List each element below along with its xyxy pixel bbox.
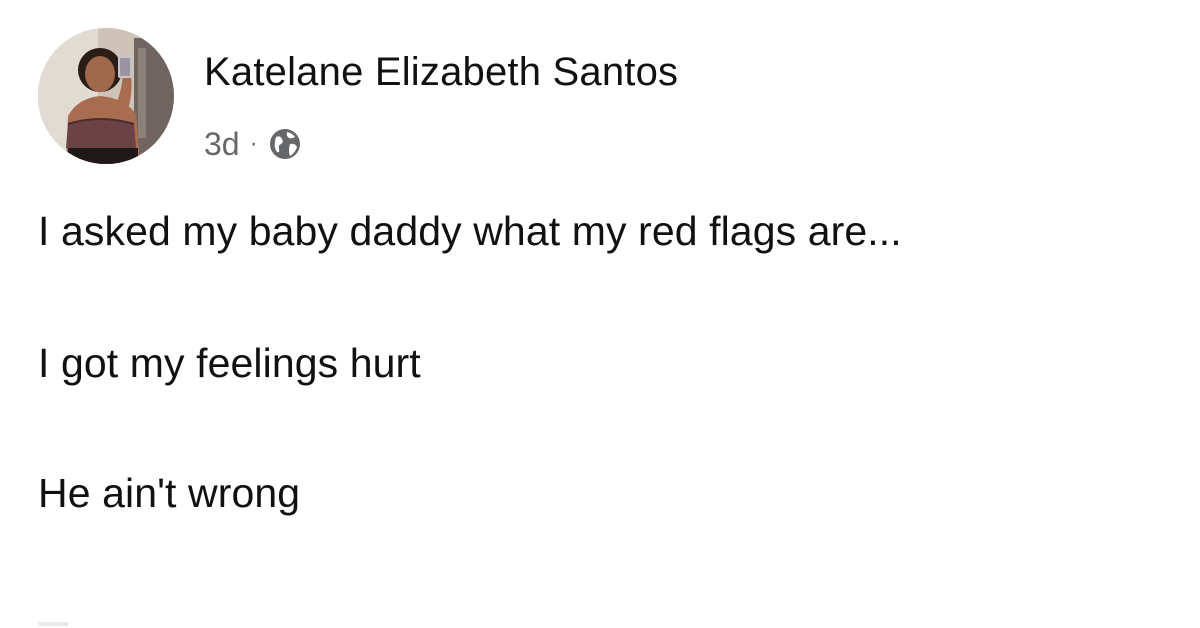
timestamp[interactable]: 3d: [204, 126, 240, 163]
author-name[interactable]: Katelane Elizabeth Santos: [204, 50, 678, 95]
post-meta: 3d ·: [204, 124, 302, 164]
post-text-line: I asked my baby daddy what my red flags …: [38, 208, 902, 254]
meta-separator: ·: [249, 130, 258, 157]
globe-icon[interactable]: [268, 127, 302, 161]
post-text-line: I got my feelings hurt: [38, 340, 421, 386]
avatar[interactable]: [38, 28, 174, 164]
profile-photo: [38, 28, 174, 164]
post-text-line: He ain't wrong: [38, 470, 301, 516]
facebook-post: Katelane Elizabeth Santos 3d · I asked m…: [0, 0, 1200, 628]
divider: [38, 622, 68, 626]
